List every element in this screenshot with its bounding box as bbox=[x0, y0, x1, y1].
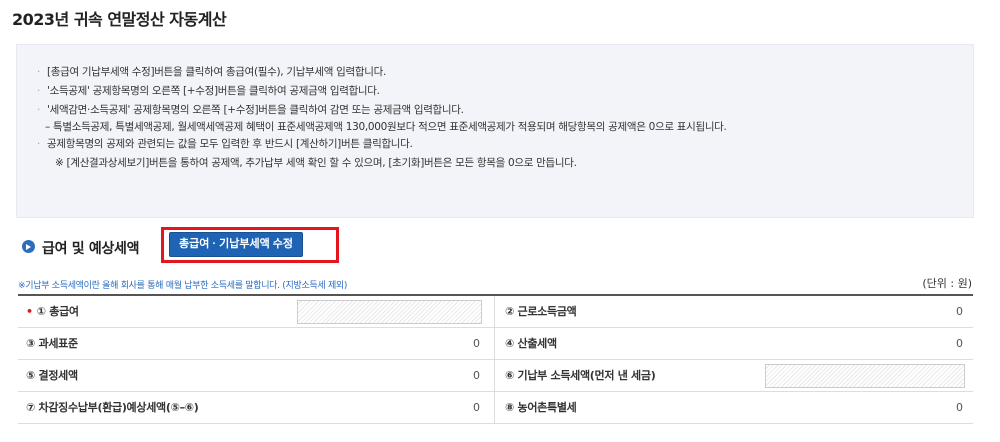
instruction-text: 공제항목명의 공제와 관련되는 값을 모두 입력한 후 반드시 [계산하기]버튼… bbox=[47, 138, 413, 150]
rural-special-tax-value: 0 bbox=[956, 401, 963, 414]
estimated-refund-value: 0 bbox=[290, 392, 495, 423]
determined-tax-value: 0 bbox=[290, 360, 495, 391]
table-row: ③ 과세표준 0 ④ 산출세액 0 bbox=[18, 328, 973, 360]
instruction-line: · '소득공제' 공제항목명의 오른쪽 [+수정]버튼을 클릭하여 공제금액 입력… bbox=[37, 82, 951, 101]
table-row: ⑦ 차감징수납부(환급)예상세액(⑤–⑥) 0 ⑧ 농어촌특별세 0 bbox=[18, 392, 973, 424]
instruction-text: '세액감면·소득공제' 공제항목명의 오른쪽 [+수정]버튼을 클릭하여 감면 … bbox=[47, 104, 464, 116]
prepaid-tax-input[interactable] bbox=[765, 364, 965, 388]
instruction-line: · [총급여 기납부세액 수정]버튼을 클릭하여 총급여(필수), 기납부세액 입… bbox=[37, 63, 951, 82]
table-row: ⑤ 결정세액 0 ⑥ 기납부 소득세액(먼저 낸 세금) bbox=[18, 360, 973, 392]
instruction-line: · '세액감면·소득공제' 공제항목명의 오른쪽 [+수정]버튼을 클릭하여 감면… bbox=[37, 101, 951, 120]
bullet-dot-icon: · bbox=[37, 138, 41, 150]
instruction-text: '소득공제' 공제항목명의 오른쪽 [+수정]버튼을 클릭하여 공제금액 입력합… bbox=[47, 85, 380, 97]
tax-base-value: 0 bbox=[290, 328, 495, 359]
total-salary-label: • ① 총급여 bbox=[18, 296, 290, 327]
table-row: • ① 총급여 ② 근로소득금액 0 bbox=[18, 296, 973, 328]
bullet-dot-icon: · bbox=[37, 85, 41, 97]
instruction-text: [총급여 기납부세액 수정]버튼을 클릭하여 총급여(필수), 기납부세액 입력… bbox=[47, 66, 387, 78]
tax-summary-table: • ① 총급여 ② 근로소득금액 0 ③ 과세표준 0 ④ 산출세액 0 ⑤ 결정… bbox=[18, 294, 973, 424]
instruction-note: ※ [계산결과상세보기]버튼을 통하여 공제액, 추가납부 세액 확인 할 수 … bbox=[55, 157, 577, 169]
earned-income-label: ② 근로소득금액 bbox=[505, 305, 577, 318]
instruction-line: · 공제항목명의 공제와 관련되는 값을 모두 입력한 후 반드시 [계산하기]버… bbox=[37, 135, 951, 154]
unit-label: (단위 : 원) bbox=[922, 277, 972, 290]
calculated-tax-label: ④ 산출세액 bbox=[505, 337, 557, 350]
page-title: 2023년 귀속 연말정산 자동계산 bbox=[12, 10, 227, 29]
required-marker: • bbox=[26, 305, 33, 318]
estimated-refund-label: ⑦ 차감징수납부(환급)예상세액(⑤–⑥) bbox=[26, 401, 199, 414]
prepaid-tax-footnote: ※기납부 소득세액이란 올해 회사를 통해 매월 납부한 소득세를 말합니다. … bbox=[18, 281, 348, 291]
instruction-box: · [총급여 기납부세액 수정]버튼을 클릭하여 총급여(필수), 기납부세액 입… bbox=[16, 44, 974, 218]
tax-base-label: ③ 과세표준 bbox=[26, 337, 78, 350]
earned-income-value: 0 bbox=[956, 305, 963, 318]
section-title: 급여 및 예상세액 bbox=[42, 241, 140, 257]
calculated-tax-value: 0 bbox=[956, 337, 963, 350]
prepaid-tax-cell bbox=[764, 360, 973, 391]
rural-special-tax-label: ⑧ 농어촌특별세 bbox=[505, 401, 577, 414]
bullet-dot-icon: · bbox=[37, 66, 41, 78]
prepaid-tax-label: ⑥ 기납부 소득세액(먼저 낸 세금) bbox=[505, 369, 656, 382]
salary-section-header: 급여 및 예상세액 총급여 · 기납부세액 수정 bbox=[22, 227, 982, 263]
instruction-subline: – 특별소득공제, 특별세액공제, 월세액세액공제 혜택이 표준세액공제액 13… bbox=[45, 121, 727, 133]
determined-tax-label: ⑤ 결정세액 bbox=[26, 369, 78, 382]
circle-arrow-right-icon bbox=[22, 240, 35, 253]
label-text: ① 총급여 bbox=[36, 305, 79, 318]
edit-salary-tax-button[interactable]: 총급여 · 기납부세액 수정 bbox=[169, 232, 304, 257]
total-salary-cell bbox=[290, 296, 495, 327]
bullet-dot-icon: · bbox=[37, 104, 41, 116]
total-salary-input[interactable] bbox=[297, 300, 482, 324]
